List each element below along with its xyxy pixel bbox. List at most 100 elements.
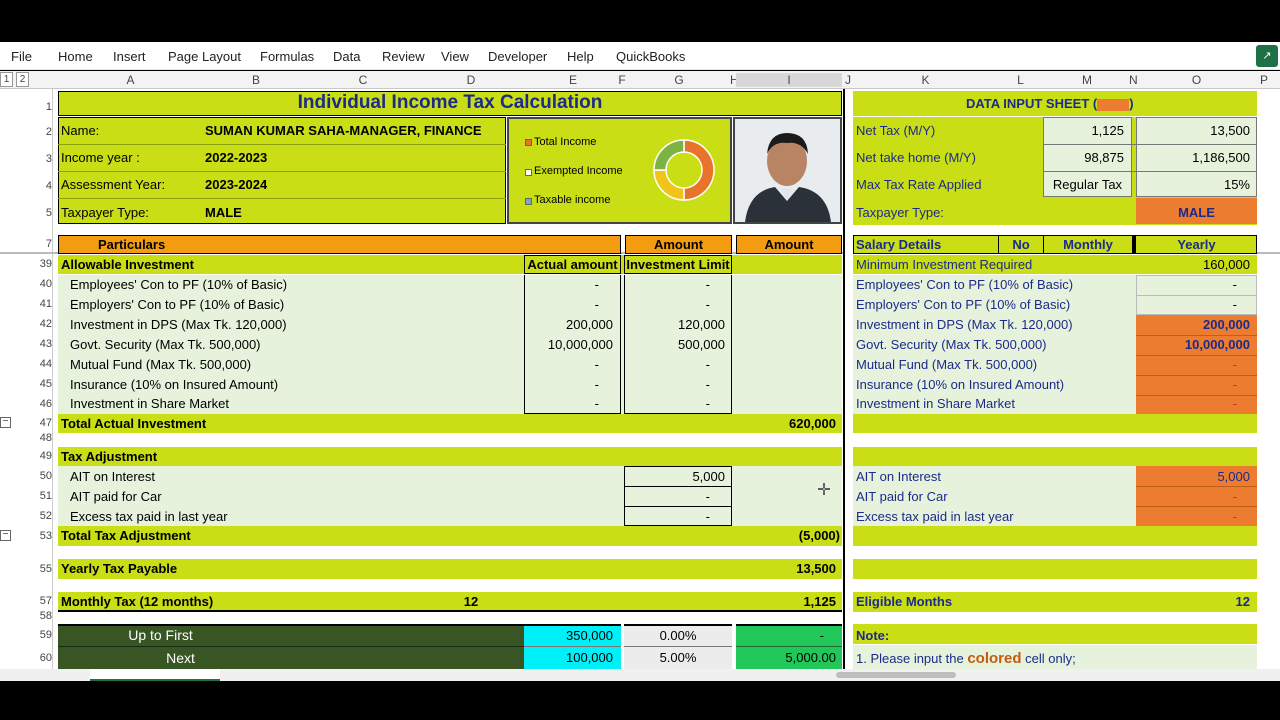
investment-actual[interactable]: 10,000,000 <box>524 337 613 352</box>
row-number[interactable]: 50 <box>32 470 52 482</box>
row-number[interactable]: 58 <box>32 610 52 622</box>
row-number[interactable]: 53 <box>32 530 52 542</box>
total-value[interactable]: 620,000 <box>736 416 836 431</box>
info-value[interactable]: SUMAN KUMAR SAHA-MANAGER, FINANCE <box>205 123 482 138</box>
yearly-value[interactable]: 13,500 <box>736 561 836 576</box>
row-number[interactable]: 59 <box>32 629 52 641</box>
column-header[interactable]: L <box>998 73 1043 87</box>
row-number[interactable]: 41 <box>32 298 52 310</box>
slab-amount[interactable]: 350,000 <box>524 628 613 643</box>
row-number[interactable]: 45 <box>32 378 52 390</box>
row-number[interactable]: 4 <box>32 180 52 192</box>
row-number[interactable]: 60 <box>32 652 52 664</box>
menu-help[interactable]: Help <box>567 49 594 64</box>
row-number[interactable]: 55 <box>32 563 52 575</box>
summary-monthly[interactable]: 98,875 <box>1043 150 1124 165</box>
row-number[interactable]: 52 <box>32 510 52 522</box>
row-number[interactable]: 42 <box>32 318 52 330</box>
input-investment-value[interactable]: 10,000,000 <box>1136 337 1250 352</box>
column-header[interactable]: C <box>309 73 417 87</box>
total-value[interactable]: (5,000) <box>736 528 840 543</box>
row-number[interactable]: 46 <box>32 398 52 410</box>
investment-limit[interactable]: - <box>624 377 710 392</box>
investment-limit[interactable]: 500,000 <box>624 337 725 352</box>
share-icon[interactable]: ↗ <box>1256 45 1278 67</box>
row-number[interactable]: 47 <box>32 417 52 429</box>
column-header[interactable]: E <box>525 73 621 87</box>
slab-tax[interactable]: - <box>736 628 824 643</box>
slab-amount[interactable]: 100,000 <box>524 650 613 665</box>
menu-page-layout[interactable]: Page Layout <box>168 49 241 64</box>
active-sheet-tab[interactable] <box>90 669 220 681</box>
slab-rate[interactable]: 5.00% <box>624 650 732 665</box>
input-adjustment-value[interactable]: - <box>1136 489 1237 504</box>
column-header[interactable]: A <box>58 73 203 87</box>
input-investment-value[interactable]: - <box>1136 377 1237 392</box>
row-number[interactable]: 48 <box>32 432 52 444</box>
adjustment-value[interactable]: 5,000 <box>624 469 725 484</box>
adjustment-value[interactable]: - <box>624 489 710 504</box>
monthly-months[interactable]: 12 <box>417 594 525 609</box>
worksheet-grid[interactable]: 1 2 3 4 5 7 39 40 41 42 43 44 45 46 47 4… <box>0 89 1280 669</box>
info-value[interactable]: 2023-2024 <box>205 177 267 192</box>
row-number[interactable]: 5 <box>32 207 52 219</box>
column-header-selected[interactable]: I <box>736 73 842 87</box>
outline-level-2-button[interactable]: 2 <box>16 72 29 87</box>
investment-limit[interactable]: - <box>624 396 710 411</box>
investment-limit[interactable]: - <box>624 277 710 292</box>
eligible-value[interactable]: 12 <box>1136 594 1250 609</box>
column-header[interactable]: B <box>203 73 309 87</box>
input-investment-value[interactable]: - <box>1136 396 1237 411</box>
column-header[interactable]: M <box>1043 73 1131 87</box>
column-header[interactable]: P <box>1258 73 1270 87</box>
adjustment-value[interactable]: - <box>624 509 710 524</box>
input-investment-value[interactable]: - <box>1136 297 1237 312</box>
monthly-value[interactable]: 1,125 <box>736 594 836 609</box>
slab-tax[interactable]: 5,000.00 <box>736 650 836 665</box>
input-investment-value[interactable]: - <box>1136 277 1237 292</box>
input-investment-value[interactable]: - <box>1136 357 1237 372</box>
menu-file[interactable]: File <box>11 49 32 64</box>
menu-quickbooks[interactable]: QuickBooks <box>616 49 685 64</box>
row-number[interactable]: 39 <box>32 258 52 270</box>
row-number[interactable]: 51 <box>32 490 52 502</box>
menu-insert[interactable]: Insert <box>113 49 146 64</box>
row-number[interactable]: 3 <box>32 153 52 165</box>
column-header[interactable]: J <box>843 73 853 87</box>
input-investment-value[interactable]: 200,000 <box>1136 317 1250 332</box>
summary-yearly[interactable]: 15% <box>1136 177 1250 192</box>
investment-actual[interactable]: - <box>524 297 599 312</box>
row-number[interactable]: 7 <box>32 238 52 250</box>
column-header[interactable]: D <box>417 73 525 87</box>
investment-limit[interactable]: - <box>624 357 710 372</box>
row-number[interactable]: 49 <box>32 450 52 462</box>
column-header[interactable]: K <box>853 73 998 87</box>
row-number[interactable]: 57 <box>32 595 52 607</box>
investment-actual[interactable]: 200,000 <box>524 317 613 332</box>
input-adjustment-value[interactable]: 5,000 <box>1136 469 1250 484</box>
investment-actual[interactable]: - <box>524 357 599 372</box>
outline-level-1-button[interactable]: 1 <box>0 72 13 87</box>
column-header[interactable]: F <box>618 73 626 87</box>
horizontal-scrollbar[interactable] <box>836 672 956 678</box>
row-number[interactable]: 2 <box>32 126 52 138</box>
row-number[interactable]: 43 <box>32 338 52 350</box>
investment-actual[interactable]: - <box>524 377 599 392</box>
menu-home[interactable]: Home <box>58 49 93 64</box>
menu-review[interactable]: Review <box>382 49 425 64</box>
summary-yearly[interactable]: 1,186,500 <box>1136 150 1250 165</box>
summary-monthly[interactable]: 1,125 <box>1043 123 1124 138</box>
collapse-group-button[interactable]: − <box>0 417 11 428</box>
taxpayer-value[interactable]: MALE <box>1136 205 1257 220</box>
menu-formulas[interactable]: Formulas <box>260 49 314 64</box>
menu-view[interactable]: View <box>441 49 469 64</box>
row-number[interactable]: 1 <box>32 101 52 113</box>
column-header[interactable]: G <box>626 73 732 87</box>
investment-actual[interactable]: - <box>524 396 599 411</box>
row-number[interactable]: 44 <box>32 358 52 370</box>
investment-limit[interactable]: 120,000 <box>624 317 725 332</box>
slab-rate[interactable]: 0.00% <box>624 628 732 643</box>
info-value[interactable]: MALE <box>205 205 242 220</box>
collapse-group-button[interactable]: − <box>0 530 11 541</box>
input-adjustment-value[interactable]: - <box>1136 509 1237 524</box>
